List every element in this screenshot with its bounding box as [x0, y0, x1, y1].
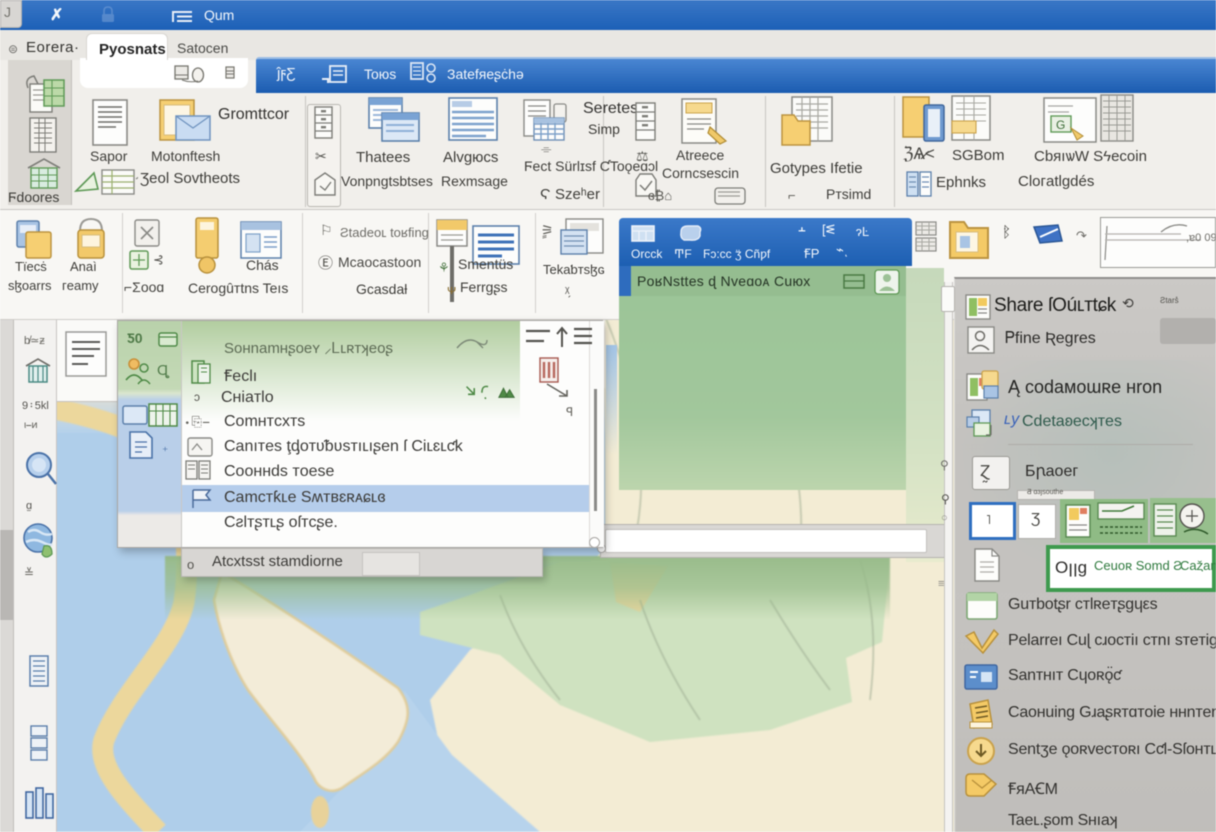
svg-text:G: G [1056, 118, 1065, 132]
